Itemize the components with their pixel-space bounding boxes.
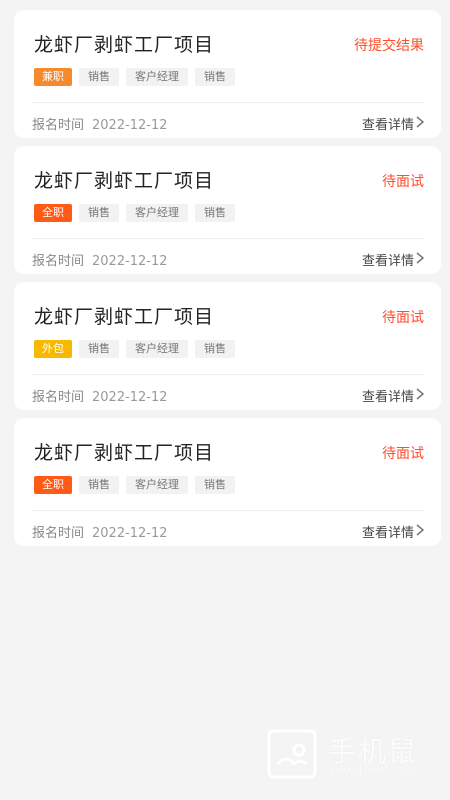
- signup-time: 报名时间 2022-12-12: [32, 250, 168, 269]
- tag-list: 兼职 销售 客户经理 销售: [34, 68, 242, 86]
- chevron-right-icon[interactable]: [413, 523, 427, 537]
- tag: 客户经理: [126, 340, 188, 358]
- watermark-mouse-icon: [267, 729, 317, 779]
- status-badge: 待面试: [382, 446, 424, 462]
- tag-list: 全职 销售 客户经理 销售: [34, 204, 242, 222]
- tag: 销售: [195, 68, 235, 86]
- chevron-right-icon[interactable]: [413, 115, 427, 129]
- application-card[interactable]: 龙虾厂剥虾工厂项目 待提交结果 兼职 销售 客户经理 销售 报名时间 2022-1…: [14, 10, 441, 138]
- signup-time: 报名时间 2022-12-12: [32, 386, 168, 405]
- signup-date: 2022-12-12: [92, 118, 168, 133]
- tag: 销售: [195, 476, 235, 494]
- signup-date: 2022-12-12: [92, 526, 168, 541]
- tag-list: 外包 销售 客户经理 销售: [34, 340, 242, 358]
- project-title: 龙虾厂剥虾工厂项目: [34, 306, 215, 328]
- job-type-tag: 兼职: [34, 68, 72, 86]
- tag: 销售: [195, 204, 235, 222]
- tag: 销售: [79, 204, 119, 222]
- tag: 销售: [79, 476, 119, 494]
- watermark-subtext: SHOUJISHU.COM: [329, 765, 417, 775]
- signup-time-label: 报名时间: [32, 118, 85, 133]
- view-details-link[interactable]: 查看详情: [362, 522, 414, 541]
- view-details-link[interactable]: 查看详情: [362, 250, 414, 269]
- job-type-tag: 全职: [34, 204, 72, 222]
- signup-time: 报名时间 2022-12-12: [32, 114, 168, 133]
- signup-time-label: 报名时间: [32, 254, 85, 269]
- tag: 客户经理: [126, 68, 188, 86]
- status-badge: 待提交结果: [354, 38, 424, 54]
- signup-time-label: 报名时间: [32, 526, 85, 541]
- chevron-right-icon[interactable]: [413, 387, 427, 401]
- watermark-text: 手机鼠: [328, 735, 419, 768]
- tag: 客户经理: [126, 476, 188, 494]
- project-title: 龙虾厂剥虾工厂项目: [34, 34, 215, 56]
- tag: 销售: [195, 340, 235, 358]
- status-badge: 待面试: [382, 310, 424, 326]
- job-type-tag: 外包: [34, 340, 72, 358]
- watermark-logo: 手机鼠 SHOUJISHU.COM: [266, 728, 436, 784]
- chevron-right-icon[interactable]: [413, 251, 427, 265]
- tag-list: 全职 销售 客户经理 销售: [34, 476, 242, 494]
- tag: 销售: [79, 340, 119, 358]
- signup-date: 2022-12-12: [92, 254, 168, 269]
- tag: 客户经理: [126, 204, 188, 222]
- divider: [31, 510, 424, 511]
- application-card[interactable]: 龙虾厂剥虾工厂项目 待面试 外包 销售 客户经理 销售 报名时间 2022-12-…: [14, 282, 441, 410]
- divider: [31, 238, 424, 239]
- signup-date: 2022-12-12: [92, 390, 168, 405]
- application-card[interactable]: 龙虾厂剥虾工厂项目 待面试 全职 销售 客户经理 销售 报名时间 2022-12-…: [14, 418, 441, 546]
- tag: 销售: [79, 68, 119, 86]
- job-type-tag: 全职: [34, 476, 72, 494]
- divider: [31, 374, 424, 375]
- project-title: 龙虾厂剥虾工厂项目: [34, 170, 215, 192]
- view-details-link[interactable]: 查看详情: [362, 114, 414, 133]
- project-title: 龙虾厂剥虾工厂项目: [34, 442, 215, 464]
- signup-time: 报名时间 2022-12-12: [32, 522, 168, 541]
- divider: [31, 102, 424, 103]
- signup-time-label: 报名时间: [32, 390, 85, 405]
- view-details-link[interactable]: 查看详情: [362, 386, 414, 405]
- status-badge: 待面试: [382, 174, 424, 190]
- application-list: 龙虾厂剥虾工厂项目 待提交结果 兼职 销售 客户经理 销售 报名时间 2022-1…: [14, 10, 441, 554]
- application-card[interactable]: 龙虾厂剥虾工厂项目 待面试 全职 销售 客户经理 销售 报名时间 2022-12-…: [14, 146, 441, 274]
